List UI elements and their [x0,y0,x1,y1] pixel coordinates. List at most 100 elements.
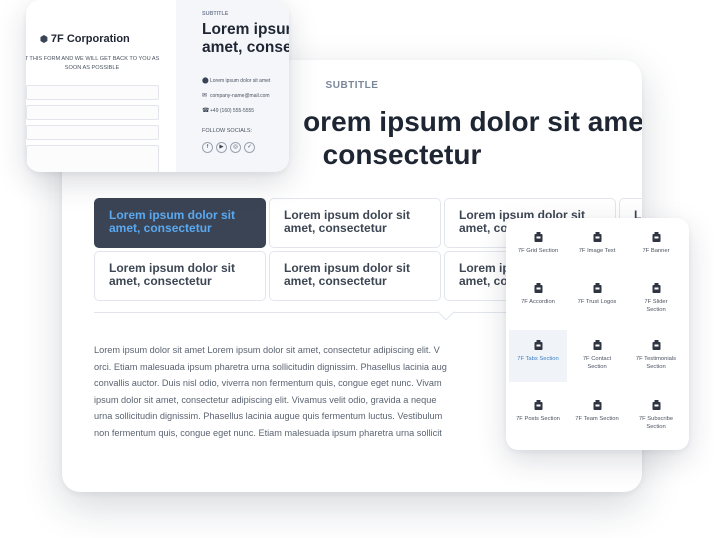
widget-label-line: 7F Trust Logos [577,299,617,305]
content-line: urna sollicitudin dignissim. Phasellus l… [94,411,443,422]
widget-slider-section[interactable]: 7F Slider Section [627,273,685,325]
twitter-icon[interactable]: ✓ [244,142,255,153]
widget-accordion[interactable]: 7F Accordion [509,273,567,325]
tab-label: amet, consectetur [109,221,212,235]
widget-label-line: 7F Posts Section [516,416,560,422]
widget-label-line: 7F Slider [644,299,668,305]
tab-label: amet, consectetur [284,274,387,288]
widget-label: 7F Subscribe Section [627,415,685,431]
widget-label: 7F Slider Section [627,298,685,314]
form-notice: T THIS FORM AND WE WILL GET BACK TO YOU … [26,55,162,72]
facebook-icon[interactable]: f [202,142,213,153]
section-heading: orem ipsum dolor sit amet, consectetur [262,105,642,171]
name-field[interactable] [26,85,159,100]
widget-picker-panel: 7F Grid Section 7F Image Text 7F Banner … [506,218,689,450]
contact-form: ⬢ 7F Corporation T THIS FORM AND WE WILL… [26,0,176,172]
address-row: ⬤Lorem ipsum dolor sit amet [202,77,270,84]
instagram-icon[interactable]: ◎ [230,142,241,153]
widget-label-line: 7F Tabs Section [517,356,559,362]
widget-label: 7F Testimonials Section [627,355,685,371]
content-line: convallis auctor. Duis nisl odio, viverr… [94,378,442,389]
tab-6[interactable]: Lorem ipsum dolor sit amet, consectetur [269,251,441,301]
widget-block-icon [593,340,601,350]
tab-label: amet, consectetur [284,221,387,235]
widget-label-line: 7F Team Section [575,416,619,422]
widget-label: 7F Banner [627,247,685,255]
widget-block-icon [652,400,660,410]
tab-label: amet, consectetur [109,274,212,288]
widget-label-line: 7F Grid Section [517,248,559,254]
widget-block-icon [593,232,601,242]
content-line: ipsum dolor sit amet, consectetur adipis… [94,394,437,405]
brand-logo: ⬢ 7F Corporation [40,33,130,45]
widget-block-icon [534,400,542,410]
widget-label: 7F Tabs Section [509,355,567,363]
widget-label: 7F Image Text [568,247,626,255]
widget-tabs-section[interactable]: 7F Tabs Section [509,330,567,382]
widget-team-section[interactable]: 7F Team Section [568,390,626,442]
widget-label-line: Section [646,364,666,370]
form-notice-line: SOON AS POSSIBLE [64,64,120,71]
location-pin-icon: ⬤ [202,78,209,84]
widget-label-line: 7F Banner [642,248,670,254]
widget-grid-section[interactable]: 7F Grid Section [509,222,567,274]
contact-heading-line: Lorem ipsur [202,21,289,38]
email-row[interactable]: ✉ company-name@mail.com [202,92,270,99]
tab-1[interactable]: Lorem ipsum dolor sit amet, consectetur [94,198,266,248]
widget-block-icon [534,283,542,293]
contact-subtitle: SUBTITLE [202,11,229,17]
email-text[interactable]: company-name@mail.com [210,93,270,99]
widget-posts-section[interactable]: 7F Posts Section [509,390,567,442]
widget-block-icon [652,340,660,350]
widget-label: 7F Grid Section [509,247,567,255]
widget-label-line: Section [646,424,666,430]
follow-label: FOLLOW SOCIALS: [202,128,253,134]
widget-label: 7F Trust Logos [568,298,626,306]
content-line: non fermentum quis, congue eget nunc. Et… [94,427,442,438]
widget-banner[interactable]: 7F Banner [627,222,685,274]
email-field[interactable] [26,105,159,120]
widget-label: 7F Posts Section [509,415,567,423]
contact-heading: Lorem ipsur amet, conse [202,21,289,61]
widget-subscribe-section[interactable]: 7F Subscribe Section [627,390,685,442]
contact-heading-line: amet, conse [202,39,289,56]
widget-label-line: 7F Contact [582,356,612,362]
phone-text[interactable]: +49 (160) 555-5555 [210,108,254,114]
contact-section-card: ⬢ 7F Corporation T THIS FORM AND WE WILL… [26,0,289,172]
widget-label-line: Section [587,364,607,370]
content-line: orci. Etiam malesuada ipsum pharetra urn… [94,361,447,372]
widget-label: 7F Accordion [509,298,567,306]
youtube-icon[interactable]: ▶ [216,142,227,153]
widget-block-icon [534,340,542,350]
form-notice-line: T THIS FORM AND WE WILL GET BACK TO YOU … [26,56,160,62]
widget-label: 7F Team Section [568,415,626,423]
widget-testimonials-section[interactable]: 7F Testimonials Section [627,330,685,382]
phone-row[interactable]: ☎+49 (160) 555-5555 [202,107,254,114]
phone-field[interactable] [26,125,159,140]
tabs-divider [94,312,574,313]
widget-label-line: 7F Testimonials [635,356,677,362]
widget-contact-section[interactable]: 7F Contact Section [568,330,626,382]
content-line: Lorem ipsum dolor sit amet Lorem ipsum d… [94,345,440,355]
mail-icon: ✉ [202,93,208,99]
widget-block-icon [534,232,542,242]
widget-label-line: 7F Accordion [521,299,555,305]
widget-label-line: 7F Image Text [578,248,616,254]
widget-block-icon [652,283,660,293]
tab-content-text: Lorem ipsum dolor sit amet Lorem ipsum d… [94,342,514,452]
widget-label-line: Section [646,307,666,313]
widget-block-icon [593,283,601,293]
hexagon-logo-icon: ⬢ [40,34,48,44]
widget-label-line: 7F Subscribe [638,416,674,422]
tab-2[interactable]: Lorem ipsum dolor sit amet, consectetur [269,198,441,248]
widget-image-text[interactable]: 7F Image Text [568,222,626,274]
contact-info-panel: SUBTITLE Lorem ipsur amet, conse ⬤Lorem … [176,0,289,172]
widget-trust-logos[interactable]: 7F Trust Logos [568,273,626,325]
tab-5[interactable]: Lorem ipsum dolor sit amet, consectetur [94,251,266,301]
brand-name: 7F Corporation [50,33,130,45]
section-heading-line-1: orem ipsum dolor sit amet, [303,106,642,137]
widget-block-icon [652,232,660,242]
active-tab-pointer [437,303,455,321]
message-field[interactable] [26,145,159,172]
phone-icon: ☎ [202,108,210,114]
